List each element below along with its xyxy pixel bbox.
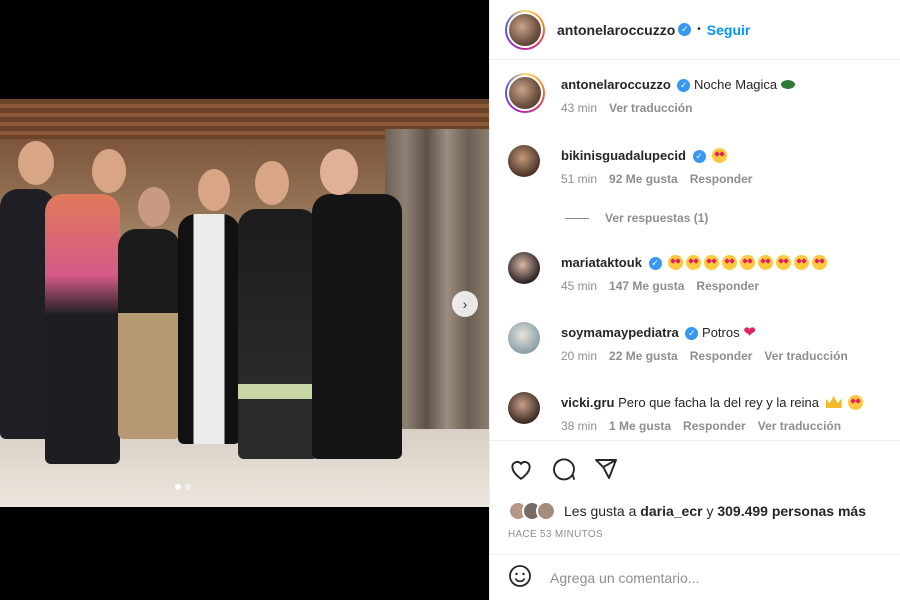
person-6 xyxy=(312,194,402,459)
next-arrow-icon[interactable]: › xyxy=(452,291,478,317)
likes-user[interactable]: daria_ecr xyxy=(640,503,702,519)
add-comment-bar: Agrega un comentario... xyxy=(490,554,900,600)
caption: antonelaroccuzzo ✓ Noche Magica 43 min V… xyxy=(505,73,795,115)
comment-time: 45 min xyxy=(561,279,598,293)
comment-text: Pero que facha la del rey y la reina xyxy=(618,395,819,410)
star-eyes-emoji xyxy=(848,395,864,410)
post-sidebar: antonelaroccuzzo ✓ • Seguir antonelarocc… xyxy=(489,0,900,600)
verified-icon: ✓ xyxy=(648,257,662,271)
likes-others[interactable]: 309.499 personas más xyxy=(717,503,866,519)
separator: • xyxy=(697,24,701,35)
person-6-head xyxy=(320,149,358,195)
follow-button[interactable]: Seguir xyxy=(707,22,751,38)
post-actions: Les gusta a daria_ecr y 309.499 personas… xyxy=(490,440,900,554)
verified-icon: ✓ xyxy=(677,79,691,93)
share-icon[interactable] xyxy=(594,457,618,481)
emoji-icon[interactable] xyxy=(508,564,532,591)
liker-avatars xyxy=(508,501,556,521)
author-avatar[interactable] xyxy=(505,9,545,50)
sunglasses-emoji xyxy=(780,80,795,89)
comment-username[interactable]: vicki.gru xyxy=(561,395,614,410)
translate-button[interactable]: Ver traducción xyxy=(758,419,841,433)
person-3-head xyxy=(138,187,170,227)
comment-item: vicki.gru Pero que facha la del rey y la… xyxy=(508,392,864,433)
likes-prefix: Les gusta a xyxy=(564,503,637,519)
comment-icon[interactable] xyxy=(552,457,576,481)
comment-item: soymamaypediatra ✓ Potros ❤ 20 min 22 Me… xyxy=(508,322,848,363)
reply-button[interactable]: Responder xyxy=(683,419,746,433)
verified-icon: ✓ xyxy=(685,327,699,341)
translate-button[interactable]: Ver traducción xyxy=(764,349,847,363)
author-username[interactable]: antonelaroccuzzo xyxy=(557,22,675,38)
star-eyes-emoji xyxy=(812,255,828,270)
replies-line xyxy=(565,217,589,219)
person-5-head xyxy=(255,161,289,205)
reply-button[interactable]: Responder xyxy=(690,172,753,186)
star-eyes-emoji xyxy=(668,255,684,270)
caption-username[interactable]: antonelaroccuzzo xyxy=(561,77,671,92)
heart-icon[interactable] xyxy=(508,457,534,481)
verified-icon: ✓ xyxy=(678,23,692,36)
star-eyes-emoji xyxy=(686,255,702,270)
comment-input[interactable]: Agrega un comentario... xyxy=(550,570,699,586)
post-photo xyxy=(0,99,489,507)
caption-avatar[interactable] xyxy=(505,73,545,113)
comment-likes[interactable]: 92 Me gusta xyxy=(609,172,678,186)
comment-avatar[interactable] xyxy=(508,145,540,177)
comment-avatar[interactable] xyxy=(508,252,540,284)
verified-icon: ✓ xyxy=(692,150,706,164)
comment-username[interactable]: bikinisguadalupecid xyxy=(561,148,686,163)
view-replies-button[interactable]: Ver respuestas (1) xyxy=(565,211,708,225)
star-eyes-emoji xyxy=(740,255,756,270)
person-3 xyxy=(118,229,180,439)
comment-item: bikinisguadalupecid ✓ 51 min 92 Me gusta… xyxy=(508,145,752,186)
comment-time: 51 min xyxy=(561,172,598,186)
crown-emoji xyxy=(825,396,842,408)
carousel-dots xyxy=(175,484,191,490)
post-timestamp: HACE 53 MINUTOS xyxy=(508,529,603,540)
star-eyes-emoji xyxy=(794,255,810,270)
comment-likes[interactable]: 147 Me gusta xyxy=(609,279,684,293)
person-5 xyxy=(238,209,318,459)
caption-text: Noche Magica xyxy=(694,77,778,92)
caption-translate[interactable]: Ver traducción xyxy=(609,101,692,115)
star-eyes-emoji xyxy=(722,255,738,270)
person-2-head xyxy=(92,149,126,193)
star-eyes-emoji xyxy=(704,255,720,270)
comments-list: antonelaroccuzzo ✓ Noche Magica 43 min V… xyxy=(490,61,900,439)
star-eyes-emoji xyxy=(758,255,774,270)
comment-likes[interactable]: 22 Me gusta xyxy=(609,349,678,363)
comment-time: 20 min xyxy=(561,349,598,363)
person-1-head xyxy=(18,141,54,185)
emoji-row xyxy=(665,255,828,270)
carousel-dot-active xyxy=(175,484,181,490)
post-header: antonelaroccuzzo ✓ • Seguir xyxy=(490,0,900,60)
star-eyes-emoji xyxy=(776,255,792,270)
likes-summary[interactable]: Les gusta a daria_ecr y 309.499 personas… xyxy=(508,501,866,521)
carousel-dot xyxy=(185,484,191,490)
comment-time: 38 min xyxy=(561,419,598,433)
comment-likes[interactable]: 1 Me gusta xyxy=(609,419,671,433)
heart-emoji: ❤ xyxy=(743,324,756,341)
person-4-head xyxy=(198,169,230,211)
comment-avatar[interactable] xyxy=(508,322,540,354)
caption-time: 43 min xyxy=(561,101,598,115)
star-eyes-emoji xyxy=(712,148,728,163)
comment-text: Potros xyxy=(702,325,740,340)
comment-item: mariataktouk ✓ 45 min 147 Me gusta Respo… xyxy=(508,252,828,293)
person-2 xyxy=(45,194,120,464)
reply-button[interactable]: Responder xyxy=(690,349,753,363)
comment-username[interactable]: mariataktouk xyxy=(561,255,642,270)
comment-username[interactable]: soymamaypediatra xyxy=(561,325,679,340)
person-4 xyxy=(178,214,240,444)
view-replies-label: Ver respuestas (1) xyxy=(605,211,709,225)
reply-button[interactable]: Responder xyxy=(696,279,759,293)
post-media: › xyxy=(0,0,489,600)
comment-avatar[interactable] xyxy=(508,392,540,424)
likes-connector: y xyxy=(706,503,714,519)
